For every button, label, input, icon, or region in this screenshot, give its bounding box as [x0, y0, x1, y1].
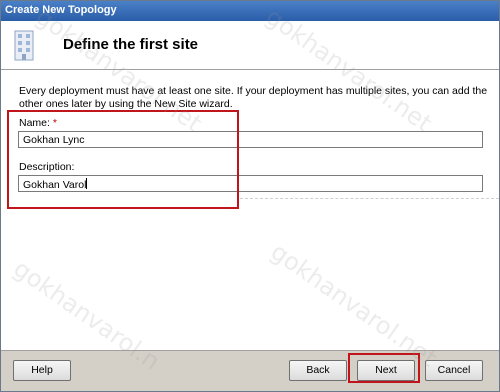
building-icon — [14, 30, 34, 61]
help-button[interactable]: Help — [13, 360, 71, 381]
page-title: Define the first site — [63, 36, 199, 53]
intro-text: Every deployment must have at least one … — [19, 85, 488, 110]
window-title: Create New Topology — [5, 4, 117, 16]
back-button[interactable]: Back — [289, 360, 347, 381]
wizard-footer: Help Back Next Cancel — [1, 350, 499, 391]
dashed-divider — [240, 198, 499, 199]
highlight-box-fields — [7, 110, 239, 209]
title-bar[interactable]: Create New Topology — [1, 1, 499, 21]
wizard-header: Define the first site — [1, 21, 499, 70]
cancel-button[interactable]: Cancel — [425, 360, 483, 381]
highlight-box-next — [348, 353, 420, 383]
dialog-window: Create New Topology Define the first sit… — [0, 0, 500, 392]
